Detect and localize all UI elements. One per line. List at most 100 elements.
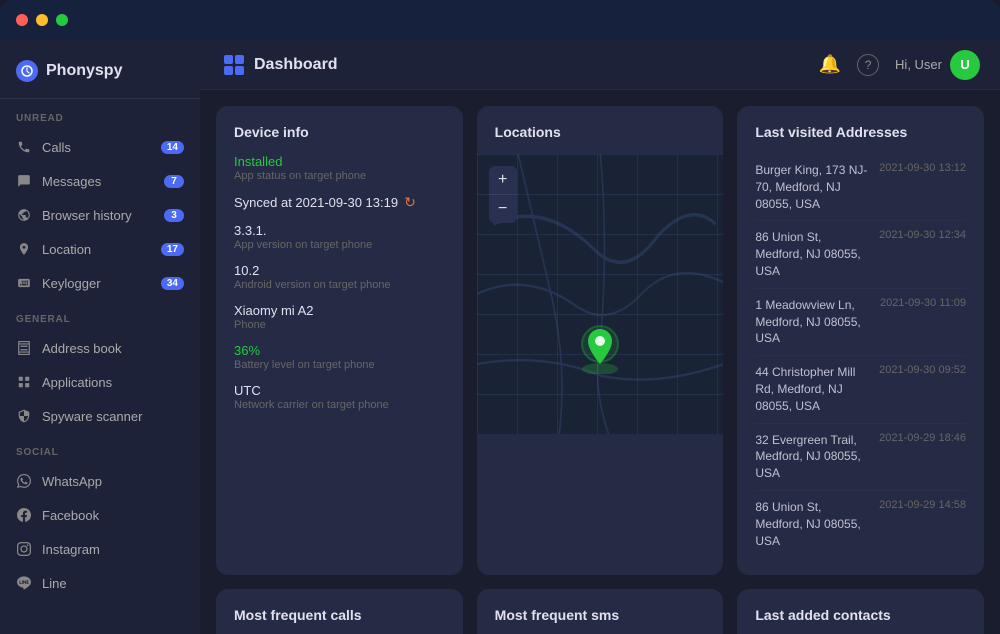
sidebar-item-applications[interactable]: Applications xyxy=(0,365,200,399)
maximize-button[interactable] xyxy=(56,14,68,26)
address-book-label: Address book xyxy=(42,341,122,356)
browser-badge: 3 xyxy=(164,209,184,222)
device-version-label: App version on target phone xyxy=(234,239,445,251)
close-button[interactable] xyxy=(16,14,28,26)
address-time: 2021-09-30 12:34 xyxy=(879,229,966,241)
section-general: GENERAL xyxy=(0,300,200,331)
address-text: 86 Union St, Medford, NJ 08055, USA xyxy=(755,229,871,279)
address-row: 32 Evergreen Trail, Medford, NJ 08055, U… xyxy=(755,424,966,491)
avatar: U xyxy=(950,50,980,80)
keylogger-badge: 34 xyxy=(161,277,184,290)
facebook-icon xyxy=(16,507,32,523)
device-android-label: Android version on target phone xyxy=(234,279,445,291)
help-icon[interactable]: ? xyxy=(857,54,879,76)
sidebar-item-address-book[interactable]: Address book xyxy=(0,331,200,365)
device-battery-field: 36% Battery level on target phone xyxy=(234,343,445,371)
sidebar-item-keylogger[interactable]: Keylogger 34 xyxy=(0,266,200,300)
device-android-value: 10.2 xyxy=(234,263,445,278)
device-synced-value: Synced at 2021-09-30 13:19 ↻ xyxy=(234,194,445,211)
map-controls: + − xyxy=(489,166,517,223)
address-text: Burger King, 173 NJ-70, Medford, NJ 0805… xyxy=(755,162,871,212)
keylogger-icon xyxy=(16,275,32,291)
sidebar-logo: Phonyspy xyxy=(0,40,200,99)
device-battery-value: 36% xyxy=(234,343,445,358)
device-status-field: Installed App status on target phone xyxy=(234,154,445,182)
last-visited-card: Last visited Addresses Burger King, 173 … xyxy=(737,106,984,575)
minimize-button[interactable] xyxy=(36,14,48,26)
device-info-title: Device info xyxy=(234,124,445,140)
last-contacts-title: Last added contacts xyxy=(755,607,966,623)
address-time: 2021-09-30 13:12 xyxy=(879,162,966,174)
frequent-calls-card: Most frequent calls +1 720 4563 12 45Mom… xyxy=(216,589,463,634)
page-title: Dashboard xyxy=(220,55,338,75)
logo-icon xyxy=(16,60,38,82)
frequent-sms-title: Most frequent sms xyxy=(495,607,706,623)
address-time: 2021-09-30 11:09 xyxy=(880,297,966,309)
sidebar: Phonyspy UNREAD Calls 14 Messages 7 Brow… xyxy=(0,40,200,634)
sidebar-item-line[interactable]: Line xyxy=(0,566,200,600)
address-time: 2021-09-29 18:46 xyxy=(879,432,966,444)
location-label: Location xyxy=(42,242,91,257)
main-content: Dashboard 🔔 ? Hi, User U Device info Ins… xyxy=(200,40,1000,634)
address-row: Burger King, 173 NJ-70, Medford, NJ 0805… xyxy=(755,154,966,221)
frequent-calls-title: Most frequent calls xyxy=(234,607,445,623)
map-pin xyxy=(580,324,620,374)
device-info-card: Device info Installed App status on targ… xyxy=(216,106,463,575)
spyware-icon xyxy=(16,408,32,424)
sidebar-item-calls[interactable]: Calls 14 xyxy=(0,130,200,164)
browser-icon xyxy=(16,207,32,223)
dashboard-title: Dashboard xyxy=(254,56,338,74)
applications-label: Applications xyxy=(42,375,112,390)
sidebar-item-spyware-scanner[interactable]: Spyware scanner xyxy=(0,399,200,433)
device-status-label: App status on target phone xyxy=(234,170,445,182)
whatsapp-icon xyxy=(16,473,32,489)
line-label: Line xyxy=(42,576,67,591)
location-badge: 17 xyxy=(161,243,184,256)
section-unread: UNREAD xyxy=(0,99,200,130)
applications-icon xyxy=(16,374,32,390)
content-grid: Device info Installed App status on targ… xyxy=(200,90,1000,634)
map-zoom-in[interactable]: + xyxy=(489,166,517,194)
topnav-user: Hi, User U xyxy=(895,50,980,80)
instagram-label: Instagram xyxy=(42,542,100,557)
address-book-icon xyxy=(16,340,32,356)
calls-label: Calls xyxy=(42,140,71,155)
device-version-field: 3.3.1. App version on target phone xyxy=(234,223,445,251)
sidebar-item-facebook[interactable]: Facebook xyxy=(0,498,200,532)
whatsapp-label: WhatsApp xyxy=(42,474,102,489)
device-status-value: Installed xyxy=(234,154,445,169)
device-network-field: UTC Network carrier on target phone xyxy=(234,383,445,411)
device-phone-value: Xiaomy mi A2 xyxy=(234,303,445,318)
device-network-value: UTC xyxy=(234,383,445,398)
map-zoom-out[interactable]: − xyxy=(489,195,517,223)
device-battery-label: Battery level on target phone xyxy=(234,359,445,371)
address-text: 86 Union St, Medford, NJ 08055, USA xyxy=(755,499,871,549)
locations-title: Locations xyxy=(477,106,724,140)
address-time: 2021-09-29 14:58 xyxy=(879,499,966,511)
device-version-value: 3.3.1. xyxy=(234,223,445,238)
dashboard-icon xyxy=(224,55,244,75)
sidebar-item-messages[interactable]: Messages 7 xyxy=(0,164,200,198)
address-row: 44 Christopher Mill Rd, Medford, NJ 0805… xyxy=(755,356,966,423)
line-icon xyxy=(16,575,32,591)
messages-badge: 7 xyxy=(164,175,184,188)
greeting-text: Hi, User xyxy=(895,57,942,72)
sidebar-item-instagram[interactable]: Instagram xyxy=(0,532,200,566)
facebook-label: Facebook xyxy=(42,508,99,523)
sidebar-item-location[interactable]: Location 17 xyxy=(0,232,200,266)
locations-card: Locations + − xyxy=(477,106,724,575)
location-icon xyxy=(16,241,32,257)
refresh-icon[interactable]: ↻ xyxy=(404,194,416,211)
device-android-field: 10.2 Android version on target phone xyxy=(234,263,445,291)
address-time: 2021-09-30 09:52 xyxy=(879,364,966,376)
app-layout: Phonyspy UNREAD Calls 14 Messages 7 Brow… xyxy=(0,40,1000,634)
calls-icon xyxy=(16,139,32,155)
spyware-scanner-label: Spyware scanner xyxy=(42,409,142,424)
sidebar-item-whatsapp[interactable]: WhatsApp xyxy=(0,464,200,498)
address-text: 32 Evergreen Trail, Medford, NJ 08055, U… xyxy=(755,432,871,482)
sidebar-item-browser-history[interactable]: Browser history 3 xyxy=(0,198,200,232)
device-synced-field: Synced at 2021-09-30 13:19 ↻ xyxy=(234,194,445,211)
notification-icon[interactable]: 🔔 xyxy=(819,54,841,75)
address-row: 1 Meadowview Ln, Medford, NJ 08055, USA2… xyxy=(755,289,966,356)
calls-badge: 14 xyxy=(161,141,184,154)
